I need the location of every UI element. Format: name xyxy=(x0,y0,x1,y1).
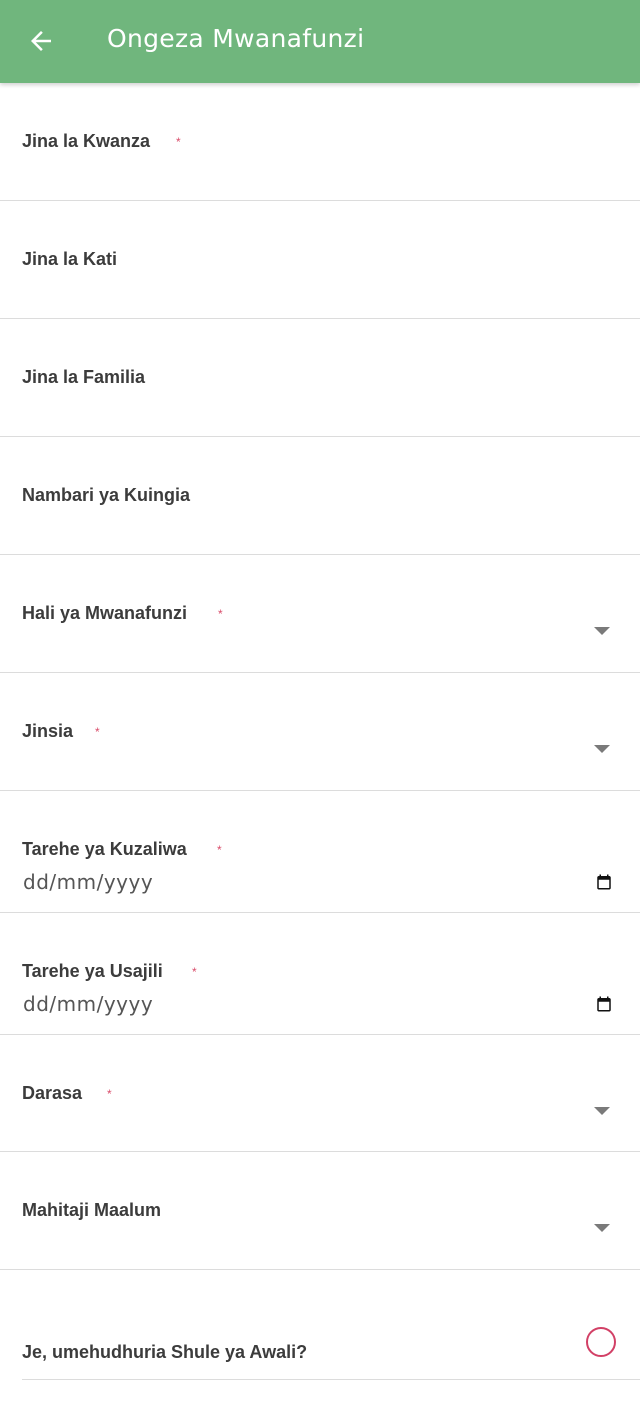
first-name-field[interactable]: Jina la Kwanza * xyxy=(0,83,640,201)
birth-date-field[interactable]: Tarehe ya Kuzaliwa * dd/mm/yyyy xyxy=(0,791,640,913)
special-needs-select[interactable]: Mahitaji Maalum xyxy=(0,1152,640,1270)
divider xyxy=(22,1379,640,1380)
class-select[interactable]: Darasa * xyxy=(0,1035,640,1152)
required-marker: * xyxy=(192,965,197,979)
required-marker: * xyxy=(95,725,100,739)
arrow-left-icon xyxy=(31,31,51,51)
chevron-down-icon xyxy=(594,1107,610,1115)
registration-date-field[interactable]: Tarehe ya Usajili * dd/mm/yyyy xyxy=(0,913,640,1035)
class-label: Darasa xyxy=(22,1083,83,1103)
required-marker: * xyxy=(176,135,181,149)
special-needs-label: Mahitaji Maalum xyxy=(22,1200,162,1220)
admission-number-field[interactable]: Nambari ya Kuingia xyxy=(0,437,640,555)
registration-date-value: dd/mm/yyyy xyxy=(23,992,154,1016)
birth-date-value: dd/mm/yyyy xyxy=(23,870,154,894)
gender-select[interactable]: Jinsia * xyxy=(0,673,640,791)
required-marker: * xyxy=(218,607,223,621)
preschool-toggle-row: Je, umehudhuria Shule ya Awali? xyxy=(0,1270,640,1380)
chevron-down-icon xyxy=(594,745,610,753)
page-title: Ongeza Mwanafunzi xyxy=(107,24,365,53)
student-status-label: Hali ya Mwanafunzi xyxy=(22,603,188,623)
gender-label: Jinsia xyxy=(22,721,74,741)
registration-date-label: Tarehe ya Usajili xyxy=(22,961,163,981)
preschool-label: Je, umehudhuria Shule ya Awali? xyxy=(22,1342,308,1362)
required-marker: * xyxy=(217,843,222,857)
calendar-icon[interactable] xyxy=(595,995,613,1013)
middle-name-field[interactable]: Jina la Kati xyxy=(0,201,640,319)
preschool-radio[interactable] xyxy=(586,1327,616,1357)
back-button[interactable] xyxy=(22,22,60,60)
first-name-label: Jina la Kwanza xyxy=(22,131,151,151)
admission-number-label: Nambari ya Kuingia xyxy=(22,485,191,505)
birth-date-label: Tarehe ya Kuzaliwa xyxy=(22,839,187,859)
student-status-select[interactable]: Hali ya Mwanafunzi * xyxy=(0,555,640,673)
last-name-label: Jina la Familia xyxy=(22,367,146,387)
chevron-down-icon xyxy=(594,1224,610,1232)
last-name-field[interactable]: Jina la Familia xyxy=(0,319,640,437)
required-marker: * xyxy=(107,1087,112,1101)
calendar-icon[interactable] xyxy=(595,873,613,891)
chevron-down-icon xyxy=(594,627,610,635)
app-bar: Ongeza Mwanafunzi xyxy=(0,0,640,83)
student-form: Jina la Kwanza * Jina la Kati Jina la Fa… xyxy=(0,83,640,1380)
middle-name-label: Jina la Kati xyxy=(22,249,118,269)
